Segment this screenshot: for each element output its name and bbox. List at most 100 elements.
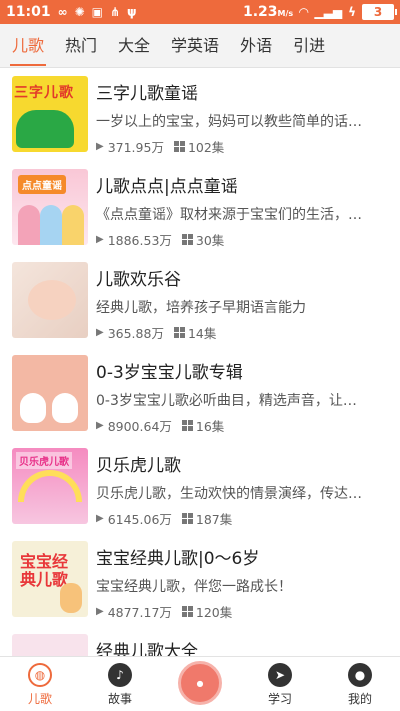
image-icon: ▣ (91, 5, 103, 19)
episodes-icon (181, 513, 193, 524)
nav-label: 故事 (107, 692, 132, 706)
album-description: 宝宝经典儿歌，伴您一路成长！ (96, 579, 292, 595)
category-tabs: 儿歌 热门 大全 学英语 外语 引进 (0, 24, 400, 68)
cover-illustration (62, 205, 84, 245)
cover-text: 贝乐虎儿歌 (16, 452, 72, 469)
play-count: 6145.06万 (107, 512, 172, 527)
cover-illustration (16, 110, 74, 148)
play-count-icon: ▶ (96, 513, 104, 524)
status-bar: 11:01 ∞ ✺ ▣ ⋔ ψ 1.23M/s ◠ ▁▃▅ ϟ 3 (0, 0, 400, 24)
play-count: 8900.64万 (107, 419, 172, 434)
cover-illustration (18, 205, 40, 245)
tab-erge[interactable]: 儿歌 (9, 24, 47, 68)
tab-remen[interactable]: 热门 (65, 24, 97, 68)
play-count-icon: ▶ (96, 327, 104, 338)
cover-illustration (40, 205, 62, 245)
episodes-icon (173, 141, 185, 152)
cover-illustration (60, 583, 82, 613)
episodes-icon (181, 606, 193, 617)
album-title: 经典儿歌大全 (96, 642, 198, 656)
album-cover (12, 355, 88, 431)
album-title: 贝乐虎儿歌 (96, 456, 181, 476)
play-count-icon: ▶ (96, 141, 104, 152)
tab-yinjin[interactable]: 引进 (293, 24, 325, 68)
status-time: 11:01 (6, 4, 51, 20)
cover-illustration (18, 470, 82, 502)
play-count: 365.88万 (107, 326, 164, 341)
cover-illustration (20, 393, 46, 423)
cover-illustration (28, 280, 76, 320)
record-button-icon[interactable]: ● (178, 661, 222, 705)
episodes-icon (181, 234, 193, 245)
nav-label: 儿歌 (27, 692, 52, 706)
play-count-icon: ▶ (96, 420, 104, 431)
network-speed-value: 1.23 (242, 4, 278, 20)
compass-icon: ➤ (268, 663, 292, 687)
nav-erge[interactable]: ◍ 儿歌 (0, 657, 80, 711)
play-count: 4877.17万 (107, 605, 172, 620)
user-icon: ● (348, 663, 372, 687)
list-item[interactable]: 三字儿歌 三字儿歌童谣 一岁以上的宝宝，妈妈可以教些简单的话… ▶ 371.95… (0, 68, 400, 161)
list-item[interactable]: 0-3岁宝宝儿歌专辑 0-3岁宝宝儿歌必听曲目，精选声音，让… ▶ 8900.6… (0, 347, 400, 440)
album-title: 三字儿歌童谣 (96, 84, 198, 104)
tab-daquan[interactable]: 大全 (118, 24, 150, 68)
tab-xueyingyu[interactable]: 学英语 (171, 24, 219, 68)
nav-gushi[interactable]: ♪ 故事 (80, 657, 160, 711)
cover-illustration (52, 393, 78, 423)
list-item[interactable]: 儿歌欢乐谷 经典儿歌，培养孩子早期语言能力 ▶ 365.88万 14集 (0, 254, 400, 347)
tab-waiyu[interactable]: 外语 (240, 24, 272, 68)
play-count-icon: ▶ (96, 234, 104, 245)
bottom-nav: ◍ 儿歌 ♪ 故事 ● ➤ 学习 ● 我的 (0, 656, 400, 711)
battery-level: 3 (373, 5, 383, 19)
list-item[interactable]: 经典儿歌大全 (0, 626, 400, 656)
album-title: 儿歌欢乐谷 (96, 270, 181, 290)
nav-label: 我的 (347, 692, 372, 706)
network-speed-unit: M/s (277, 9, 294, 18)
list-item[interactable]: 宝宝经典儿歌 宝宝经典儿歌|0～6岁 宝宝经典儿歌，伴您一路成长！ ▶ 4877… (0, 533, 400, 626)
battery-icon: 3 (362, 4, 397, 20)
album-title: 0-3岁宝宝儿歌专辑 (96, 363, 243, 383)
album-cover: 点点童谣 (12, 169, 88, 245)
album-description: 《点点童谣》取材来源于宝宝们的生活，… (96, 207, 362, 223)
episodes-icon (181, 420, 193, 431)
cover-text: 宝宝经典儿歌 (20, 552, 69, 589)
sync-icon: ✺ (74, 5, 85, 19)
album-title: 儿歌点点|点点童谣 (96, 177, 238, 197)
network-speed: 1.23M/s (243, 4, 293, 20)
network-icon: ⋔ (109, 5, 121, 19)
album-title: 宝宝经典儿歌|0～6岁 (96, 549, 260, 569)
list-item[interactable]: 点点童谣 儿歌点点|点点童谣 《点点童谣》取材来源于宝宝们的生活，… ▶ 188… (0, 161, 400, 254)
play-count: 371.95万 (107, 140, 164, 155)
nav-label: 学习 (267, 692, 292, 706)
episode-count: 14集 (187, 326, 217, 341)
album-cover: 贝乐虎儿歌 (12, 448, 88, 524)
album-description: 贝乐虎儿歌，生动欢快的情景演绎，传达… (96, 486, 362, 502)
episodes-icon (173, 327, 185, 338)
album-cover: 三字儿歌 (12, 76, 88, 152)
episode-count: 30集 (195, 233, 225, 248)
usb-icon: ψ (127, 5, 137, 19)
episode-count: 16集 (195, 419, 225, 434)
episode-count: 120集 (195, 605, 233, 620)
play-count-icon: ▶ (96, 606, 104, 617)
list-item[interactable]: 贝乐虎儿歌 贝乐虎儿歌 贝乐虎儿歌，生动欢快的情景演绎，传达… ▶ 6145.0… (0, 440, 400, 533)
album-cover (12, 262, 88, 338)
music-note-icon: ♪ (108, 663, 132, 687)
signal-icon: ▁▃▅ (314, 5, 343, 19)
album-description: 0-3岁宝宝儿歌必听曲目，精选声音，让… (96, 393, 357, 409)
album-description: 经典儿歌，培养孩子早期语言能力 (96, 300, 306, 316)
nav-wode[interactable]: ● 我的 (320, 657, 400, 711)
episode-count: 187集 (195, 512, 233, 527)
episode-count: 102集 (187, 140, 225, 155)
cover-text: 三字儿歌 (14, 85, 74, 101)
charging-icon: ϟ (348, 5, 356, 19)
play-count: 1886.53万 (107, 233, 172, 248)
nav-record[interactable]: ● (160, 657, 240, 711)
wifi-icon: ◠ (299, 5, 309, 19)
album-description: 一岁以上的宝宝，妈妈可以教些简单的话… (96, 114, 362, 130)
cover-text: 点点童谣 (18, 175, 66, 194)
globe-icon: ◍ (28, 663, 52, 687)
nav-xuexi[interactable]: ➤ 学习 (240, 657, 320, 711)
infinity-icon: ∞ (57, 5, 68, 19)
album-list: 三字儿歌 三字儿歌童谣 一岁以上的宝宝，妈妈可以教些简单的话… ▶ 371.95… (0, 68, 400, 656)
